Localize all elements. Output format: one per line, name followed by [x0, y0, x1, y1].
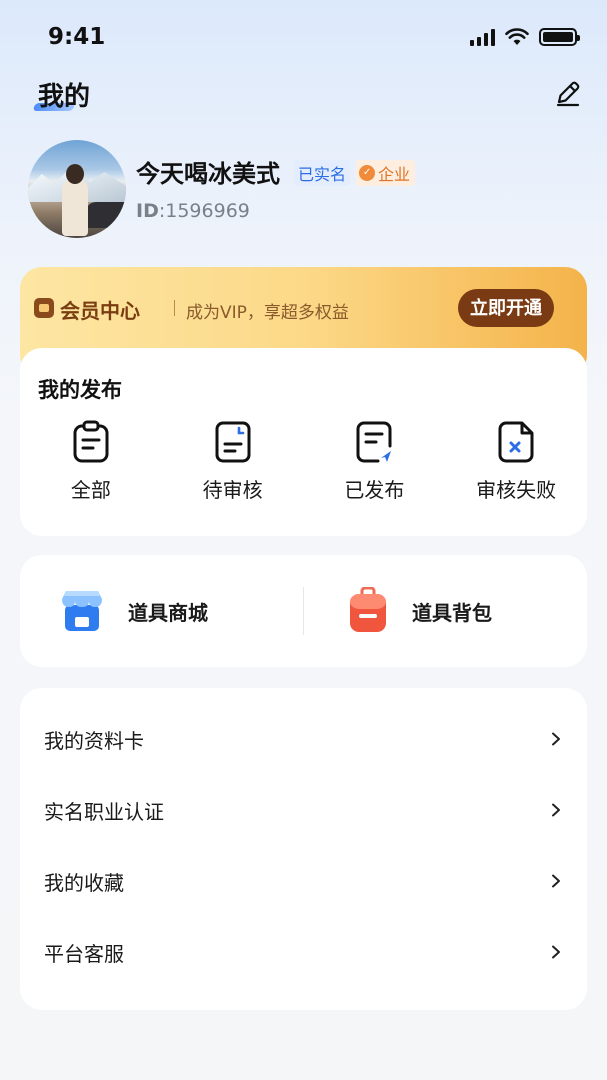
profile-section[interactable]: 今天喝冰美式 已实名 ✓ 企业 ID : 1596969: [28, 140, 588, 240]
backpack-icon: [350, 587, 386, 632]
menu-item-verification[interactable]: 实名职业认证: [20, 775, 587, 845]
publish-item-label: 审核失败: [476, 478, 557, 502]
chevron-right-icon: [552, 732, 560, 746]
tool-bag-label: 道具背包: [412, 600, 492, 625]
tool-shop-label: 道具商城: [128, 600, 208, 625]
badges: 已实名 ✓ 企业: [294, 160, 416, 186]
publish-card: 我的发布 全部 待审核 已发布 审核失败: [20, 348, 587, 536]
verified-badge: 已实名: [294, 160, 351, 186]
publish-item-label: 全部: [70, 478, 111, 502]
document-failed-icon: [498, 421, 534, 463]
status-icons: [470, 28, 580, 46]
status-bar: 9:41: [0, 0, 607, 78]
page-header: 我的: [32, 76, 91, 113]
user-id-value: 1596969: [165, 200, 250, 222]
vip-title: 会员中心: [60, 299, 140, 323]
menu-item-favorites[interactable]: 我的收藏: [20, 846, 587, 916]
document-published-icon: [356, 421, 392, 463]
tool-shop[interactable]: 道具商城: [58, 555, 208, 667]
tools-card: 道具商城 道具背包: [20, 555, 587, 667]
status-time: 9:41: [48, 24, 106, 50]
publish-item-failed[interactable]: 审核失败: [445, 420, 587, 503]
document-pending-icon: [215, 421, 251, 463]
vip-divider: [174, 300, 175, 316]
tool-bag[interactable]: 道具背包: [346, 555, 492, 667]
shop-icon: [62, 591, 102, 631]
avatar-person-decoration: [62, 178, 88, 236]
publish-item-published[interactable]: 已发布: [304, 420, 446, 503]
enterprise-check-icon: ✓: [359, 165, 376, 181]
enterprise-badge-label: 企业: [378, 165, 411, 184]
menu-item-label: 平台客服: [44, 941, 124, 966]
menu-item-label: 实名职业认证: [44, 799, 164, 824]
avatar[interactable]: [28, 140, 126, 238]
vip-subtitle: 成为VIP，享超多权益: [186, 303, 349, 323]
battery-icon: [539, 28, 580, 46]
page-title: 我的: [38, 82, 91, 112]
publish-item-label: 待审核: [202, 478, 263, 502]
vip-crown-icon: [34, 298, 54, 318]
avatar-head-decoration: [66, 164, 84, 184]
nickname: 今天喝冰美式: [136, 160, 280, 188]
chevron-right-icon: [552, 945, 560, 959]
menu-item-label: 我的收藏: [44, 870, 124, 895]
publish-title: 我的发布: [38, 378, 122, 402]
menu-item-label: 我的资料卡: [44, 728, 144, 753]
pencil-icon[interactable]: [553, 78, 583, 108]
tools-divider: [303, 587, 304, 635]
menu-item-customer-service[interactable]: 平台客服: [20, 917, 587, 987]
publish-item-pending[interactable]: 待审核: [162, 420, 304, 503]
publish-items: 全部 待审核 已发布 审核失败: [20, 420, 587, 503]
publish-item-all[interactable]: 全部: [20, 420, 162, 503]
vip-open-button[interactable]: 立即开通: [458, 289, 554, 327]
battery-level: [543, 32, 573, 42]
enterprise-badge: ✓ 企业: [356, 160, 416, 186]
wifi-icon: [505, 28, 529, 45]
user-id-label: ID: [136, 200, 159, 222]
menu-item-profile-card[interactable]: 我的资料卡: [20, 704, 587, 774]
user-id: ID : 1596969: [136, 200, 250, 222]
cellular-signal-icon: [470, 28, 495, 46]
document-all-icon: [73, 420, 109, 463]
menu-card: 我的资料卡 实名职业认证 我的收藏 平台客服: [20, 688, 587, 1010]
chevron-right-icon: [552, 803, 560, 817]
publish-item-label: 已发布: [344, 478, 405, 502]
avatar-car-decoration: [86, 202, 126, 228]
chevron-right-icon: [552, 874, 560, 888]
